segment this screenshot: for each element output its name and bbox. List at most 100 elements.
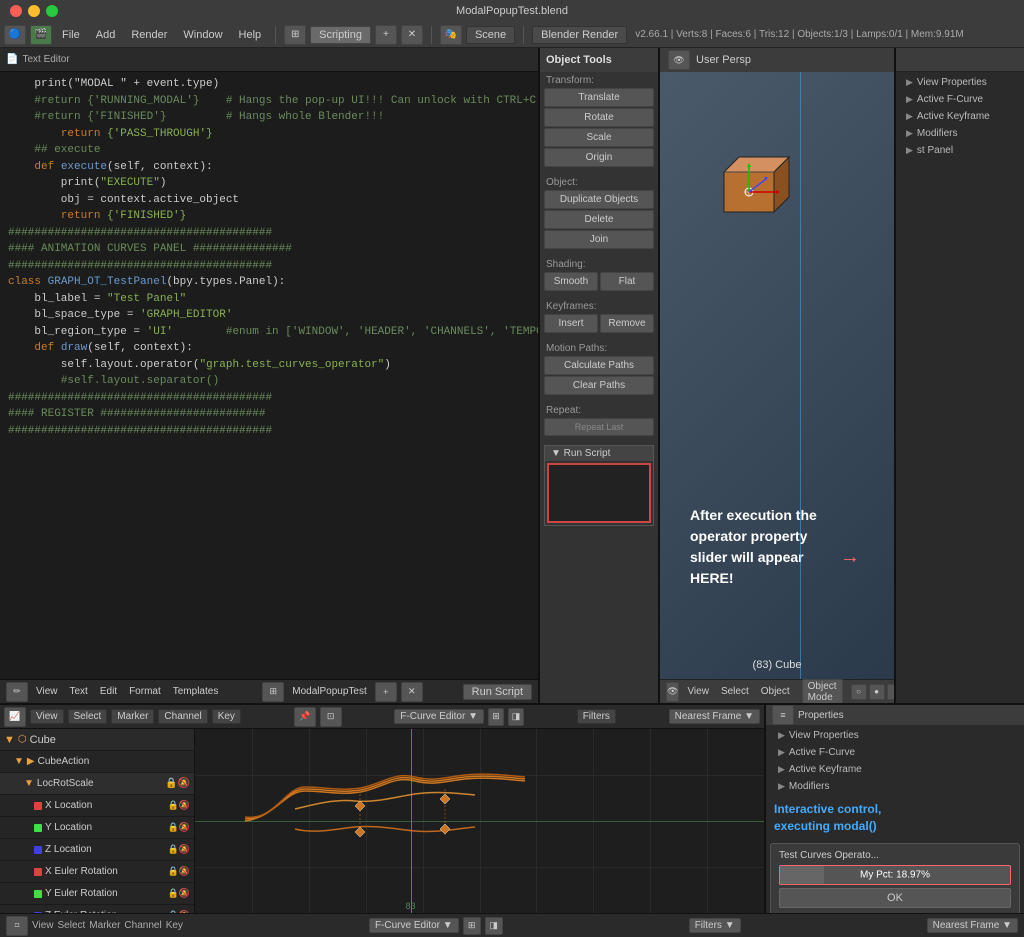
props-active-fcurve[interactable]: ▶ Active F-Curve xyxy=(770,744,1020,761)
footer-templates[interactable]: Templates xyxy=(169,685,223,698)
clear-paths-button[interactable]: Clear Paths xyxy=(544,376,654,395)
sb-editor-type[interactable]: F-Curve Editor ▼ xyxy=(369,918,459,933)
close-button[interactable] xyxy=(10,5,22,17)
footer-text[interactable]: Text xyxy=(66,685,92,698)
join-button[interactable]: Join xyxy=(544,230,654,249)
graph-icon-2[interactable]: ◨ xyxy=(508,708,524,726)
cubeaction-expand-icon[interactable]: ▼ xyxy=(14,756,24,767)
run-script-btn[interactable]: Run Script xyxy=(463,684,532,700)
graph-channel-btn[interactable]: Channel xyxy=(158,709,207,724)
menu-help[interactable]: Help xyxy=(233,27,268,43)
filters-btn[interactable]: Filters xyxy=(577,709,616,724)
translate-button[interactable]: Translate xyxy=(544,88,654,107)
sb-filters[interactable]: Filters ▼ xyxy=(689,918,741,933)
file-icon[interactable]: ⊞ xyxy=(262,682,284,702)
sb-icon-2[interactable]: ◨ xyxy=(485,917,503,935)
calculate-paths-button[interactable]: Calculate Paths xyxy=(544,356,654,375)
graph-view-icon2[interactable]: ⊡ xyxy=(320,707,342,727)
progress-bar[interactable]: My Pct: 18.97% xyxy=(779,865,1011,885)
props-icon[interactable]: ≡ xyxy=(772,705,794,725)
channel-cubeaction[interactable]: ▼ ▶ CubeAction xyxy=(0,751,194,773)
sb-key[interactable]: Key xyxy=(166,920,183,931)
sidebar-item-st-panel[interactable]: ▶ st Panel xyxy=(900,142,1020,159)
locrotscale-expand-icon[interactable]: ▼ xyxy=(24,778,34,789)
duplicate-objects-button[interactable]: Duplicate Objects xyxy=(544,190,654,209)
add-layout-icon[interactable]: + xyxy=(375,25,397,45)
remove-button[interactable]: Remove xyxy=(600,314,654,333)
repeat-last-button[interactable]: Repeat Last xyxy=(544,418,654,436)
window-controls[interactable] xyxy=(10,5,58,17)
workspace-tab[interactable]: Scripting xyxy=(310,26,371,44)
graph-key-btn[interactable]: Key xyxy=(212,709,241,724)
render-engine-select[interactable]: Blender Render xyxy=(532,26,627,44)
sb-icon-1[interactable]: ⊞ xyxy=(463,917,481,935)
channel-y-euler-rotation[interactable]: Y Euler Rotation 🔒🔕 xyxy=(0,883,194,905)
graph-select-btn[interactable]: Select xyxy=(68,709,108,724)
graph-pin-icon[interactable]: 📌 xyxy=(294,707,316,727)
footer-edit[interactable]: Edit xyxy=(96,685,121,698)
scene-icon[interactable]: 🎭 xyxy=(440,25,462,45)
sidebar-item-modifiers[interactable]: ▶ Modifiers xyxy=(900,125,1020,142)
footer-view[interactable]: View xyxy=(32,685,62,698)
channel-z-euler-rotation[interactable]: Z Euler Rotation 🔒🔕 xyxy=(0,905,194,913)
sb-select[interactable]: Select xyxy=(58,920,86,931)
channel-x-euler-rotation[interactable]: X Euler Rotation 🔒🔕 xyxy=(0,861,194,883)
menu-file[interactable]: File xyxy=(56,27,86,43)
object-mode-select[interactable]: Object Mode xyxy=(802,679,843,704)
editor-type-icon[interactable]: ✏ xyxy=(6,682,28,702)
viewport-footer-icon[interactable]: 👁 xyxy=(666,682,679,702)
viewport-shade-btn-1[interactable]: ○ xyxy=(851,684,867,700)
origin-button[interactable]: Origin xyxy=(544,148,654,167)
render-icon[interactable]: 🎬 xyxy=(30,25,52,45)
footer-format[interactable]: Format xyxy=(125,685,165,698)
graph-type-icon[interactable]: 📈 xyxy=(4,707,26,727)
remove-layout-icon[interactable]: ✕ xyxy=(401,25,423,45)
add-text-icon[interactable]: + xyxy=(375,682,397,702)
viewport-shade-btn-2[interactable]: ● xyxy=(869,684,885,700)
viewport-shade-btn-3[interactable]: ◑ xyxy=(887,684,894,700)
ok-button[interactable]: OK xyxy=(779,888,1011,908)
sb-channel[interactable]: Channel xyxy=(124,920,161,931)
graph-editor-type-select[interactable]: F-Curve Editor ▼ xyxy=(394,709,484,724)
channel-y-location[interactable]: Y Location 🔒🔕 xyxy=(0,817,194,839)
channel-locrotscale[interactable]: ▼ LocRotScale 🔒🔕 xyxy=(0,773,194,795)
delete-button[interactable]: Delete xyxy=(544,210,654,229)
props-active-keyframe[interactable]: ▶ Active Keyframe xyxy=(770,761,1020,778)
sb-nearest-frame[interactable]: Nearest Frame ▼ xyxy=(927,918,1018,933)
sidebar-item-active-fcurve[interactable]: ▶ Active F-Curve xyxy=(900,91,1020,108)
maximize-button[interactable] xyxy=(46,5,58,17)
graph-marker-btn[interactable]: Marker xyxy=(111,709,154,724)
channel-z-location[interactable]: Z Location 🔒🔕 xyxy=(0,839,194,861)
viewport-type-icon[interactable]: 👁 xyxy=(668,50,690,70)
menu-render[interactable]: Render xyxy=(125,27,173,43)
blender-icon[interactable]: 🔵 xyxy=(4,25,26,45)
sb-marker[interactable]: Marker xyxy=(89,920,120,931)
flat-button[interactable]: Flat xyxy=(600,272,654,291)
minimize-button[interactable] xyxy=(28,5,40,17)
sidebar-item-active-keyframe[interactable]: ▶ Active Keyframe xyxy=(900,108,1020,125)
graph-icon-1[interactable]: ⊞ xyxy=(488,708,504,726)
props-modifiers[interactable]: ▶ Modifiers xyxy=(770,778,1020,795)
vp-footer-object[interactable]: Object xyxy=(757,686,794,697)
menu-window[interactable]: Window xyxy=(177,27,228,43)
smooth-button[interactable]: Smooth xyxy=(544,272,598,291)
props-view-properties[interactable]: ▶ View Properties xyxy=(770,727,1020,744)
sidebar-item-view-properties[interactable]: ▶ View Properties xyxy=(900,74,1020,91)
cube-expand-icon[interactable]: ▼ xyxy=(4,734,15,746)
channel-cube[interactable]: ▼ ⬡ Cube xyxy=(0,729,194,751)
graph-canvas[interactable]: 83 xyxy=(195,729,764,913)
sb-view[interactable]: View xyxy=(32,920,54,931)
insert-button[interactable]: Insert xyxy=(544,314,598,333)
code-content[interactable]: print("MODAL " + event.type) #return {'R… xyxy=(0,72,538,679)
vp-footer-view[interactable]: View xyxy=(683,686,713,697)
viewport-canvas[interactable]: After execution the operator property sl… xyxy=(660,72,894,679)
rotate-button[interactable]: Rotate xyxy=(544,108,654,127)
statusbar-icon[interactable]: ⌗ xyxy=(6,916,28,936)
scene-select[interactable]: Scene xyxy=(466,26,515,44)
vp-footer-select[interactable]: Select xyxy=(717,686,753,697)
menu-add[interactable]: Add xyxy=(90,27,122,43)
nearest-frame-select[interactable]: Nearest Frame ▼ xyxy=(669,709,760,724)
graph-view-btn[interactable]: View xyxy=(30,709,64,724)
scale-button[interactable]: Scale xyxy=(544,128,654,147)
channel-x-location[interactable]: X Location 🔒🔕 xyxy=(0,795,194,817)
